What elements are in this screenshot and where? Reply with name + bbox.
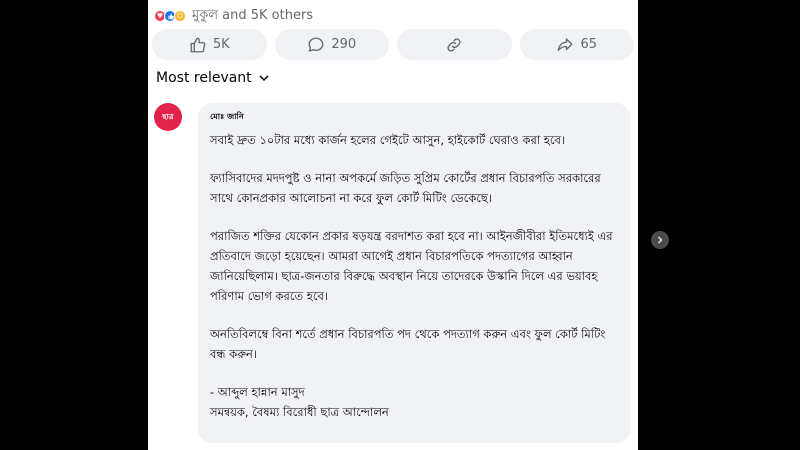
comment-paragraph: অনতিবিলম্বে বিনা শর্তে প্রধান বিচারপতি প… — [210, 327, 606, 361]
link-icon — [447, 37, 461, 52]
comments-sort-dropdown[interactable]: Most relevant — [156, 70, 270, 86]
thumbs-up-icon — [190, 37, 206, 52]
share-button[interactable]: 65 — [519, 29, 634, 60]
comment-icon — [308, 37, 324, 52]
signature-title: সমন্বয়ক, বৈষম্য বিরোধী ছাত্র আন্দোলন — [210, 405, 389, 419]
signature-name: - আব্দুল হান্নান মাসুদ — [210, 385, 305, 399]
avatar-text: ছাত্র — [162, 113, 174, 121]
share-icon — [558, 37, 573, 51]
like-count: 5K — [212, 37, 230, 52]
copy-link-button[interactable] — [397, 29, 512, 60]
care-icon: ☺ — [174, 10, 186, 22]
share-count: 65 — [580, 37, 598, 52]
comment-paragraph: ফ্যাসিবাদের মদদপুষ্ট ও নানা অপকর্মে জড়ি… — [210, 171, 601, 205]
post-actions: 5K 290 65 — [152, 29, 634, 60]
chevron-right-icon — [657, 236, 663, 244]
comment-paragraph: সবাই দ্রুত ১০টার মধ্যে কার্জন হলের গেইটে… — [210, 133, 566, 147]
avatar[interactable]: ছাত্র — [154, 103, 182, 131]
reactions-summary[interactable]: ♥ ☺ মুকুল and 5K others — [154, 6, 313, 26]
reactions-text: মুকুল and 5K others — [192, 7, 314, 23]
comment-button[interactable]: 290 — [274, 29, 389, 60]
comment-author[interactable]: মোঃ জানি — [210, 111, 618, 124]
comment-paragraph: পরাজিত শক্তির যেকোন প্রকার ষড়যন্ত্র বরদ… — [210, 229, 613, 303]
comment-bubble: মোঃ জানি সবাই দ্রুত ১০টার মধ্যে কার্জন হ… — [198, 103, 630, 443]
comment-count: 290 — [331, 37, 357, 52]
reaction-icons: ♥ ☺ — [154, 10, 186, 22]
post-panel: ♥ ☺ মুকুল and 5K others 5K 290 65 Most r… — [148, 0, 638, 450]
next-slide-button[interactable] — [651, 231, 669, 249]
like-button[interactable]: 5K — [152, 29, 267, 60]
sort-label: Most relevant — [156, 70, 252, 86]
chevron-down-icon — [259, 75, 269, 82]
